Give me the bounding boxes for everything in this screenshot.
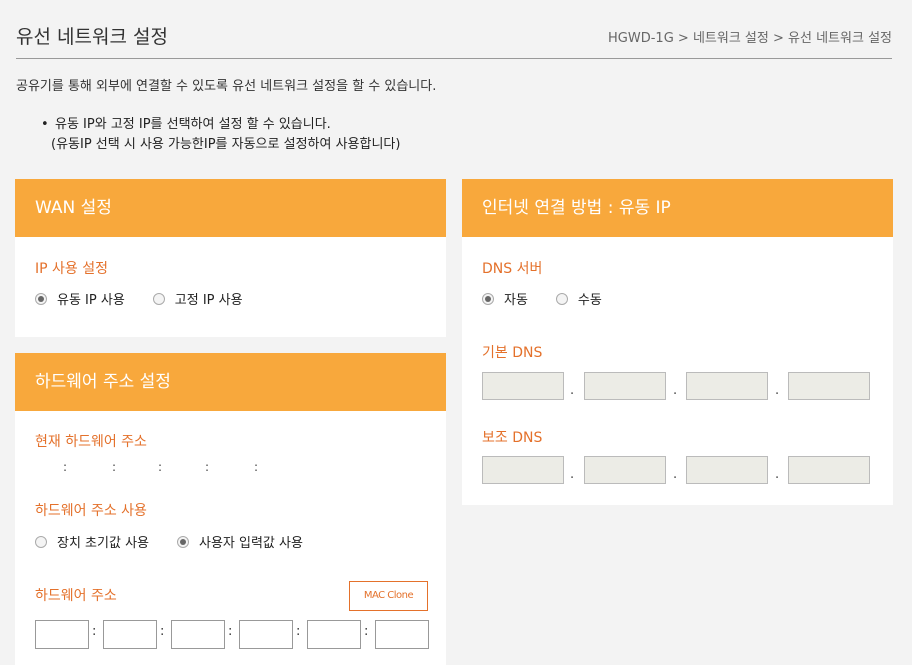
hw-usage-radio-group: 장치 초기값 사용 사용자 입력값 사용 bbox=[35, 532, 331, 551]
dynamic-ip-radio[interactable] bbox=[35, 292, 47, 305]
secondary-dns-octet-input[interactable] bbox=[686, 456, 768, 484]
static-ip-label: 고정 IP 사용 bbox=[174, 293, 243, 308]
device-default-label: 장치 초기값 사용 bbox=[57, 536, 149, 551]
static-ip-radio[interactable] bbox=[152, 292, 165, 305]
current-mac-separator: : bbox=[158, 460, 163, 474]
intro-text: 공유기를 통해 외부에 연결할 수 있도록 유선 네트워크 설정을 할 수 있습… bbox=[16, 79, 437, 94]
dns-dot: . bbox=[570, 467, 575, 482]
device-default-option[interactable]: 장치 초기값 사용 bbox=[35, 532, 149, 551]
current-mac-separator: : bbox=[112, 460, 117, 474]
internet-panel-title: 인터넷 연결 방법 : 유동 IP bbox=[462, 179, 893, 237]
note-line: 유동 IP와 고정 IP를 선택하여 설정 할 수 있습니다. bbox=[55, 117, 331, 132]
dns-auto-radio[interactable] bbox=[482, 292, 494, 305]
bullet-icon: • bbox=[41, 117, 49, 132]
dns-dot: . bbox=[775, 383, 780, 398]
dns-auto-label: 자동 bbox=[504, 293, 528, 308]
mac-octet-input[interactable] bbox=[171, 620, 225, 649]
mac-clone-button[interactable]: MAC Clone bbox=[349, 581, 428, 611]
breadcrumb: HGWD-1G > 네트워크 설정 > 유선 네트워크 설정 bbox=[608, 27, 892, 46]
dns-dot: . bbox=[673, 383, 678, 398]
dns-dot: . bbox=[673, 467, 678, 482]
user-input-option[interactable]: 사용자 입력값 사용 bbox=[177, 532, 303, 551]
mac-octet-input[interactable] bbox=[375, 620, 429, 649]
primary-dns-octet-input[interactable] bbox=[584, 372, 666, 400]
current-mac-separator: : bbox=[63, 460, 68, 474]
hw-address-label: 하드웨어 주소 bbox=[35, 588, 117, 604]
dns-dot: . bbox=[570, 383, 575, 398]
user-input-radio[interactable] bbox=[177, 535, 189, 548]
mac-octet-input[interactable] bbox=[239, 620, 293, 649]
breadcrumb-item: 유선 네트워크 설정 bbox=[788, 31, 892, 46]
dns-radio-group: 자동 수동 bbox=[482, 289, 630, 308]
hw-usage-label: 하드웨어 주소 사용 bbox=[35, 503, 147, 519]
current-hw-label: 현재 하드웨어 주소 bbox=[35, 434, 147, 450]
mac-octet-input[interactable] bbox=[103, 620, 157, 649]
device-default-radio[interactable] bbox=[35, 535, 47, 548]
current-mac-separator: : bbox=[254, 460, 259, 474]
mac-separator: : bbox=[364, 624, 369, 639]
current-mac-separator: : bbox=[205, 460, 210, 474]
mac-separator: : bbox=[92, 624, 97, 639]
dns-manual-label: 수동 bbox=[577, 293, 602, 308]
secondary-dns-label: 보조 DNS bbox=[482, 430, 543, 446]
breadcrumb-item[interactable]: 네트워크 설정 bbox=[693, 27, 769, 46]
breadcrumb-separator: > bbox=[677, 31, 689, 46]
mac-octet-input[interactable] bbox=[307, 620, 361, 649]
mac-separator: : bbox=[228, 624, 233, 639]
breadcrumb-separator: > bbox=[773, 31, 784, 46]
primary-dns-octet-input[interactable] bbox=[788, 372, 870, 400]
dns-manual-radio[interactable] bbox=[555, 292, 568, 305]
secondary-dns-octet-input[interactable] bbox=[482, 456, 564, 484]
primary-dns-octet-input[interactable] bbox=[482, 372, 564, 400]
page-title: 유선 네트워크 설정 bbox=[16, 26, 168, 48]
dns-server-label: DNS 서버 bbox=[482, 261, 543, 277]
primary-dns-label: 기본 DNS bbox=[482, 345, 543, 361]
mac-octet-input[interactable] bbox=[35, 620, 89, 649]
title-divider bbox=[16, 58, 892, 59]
secondary-dns-octet-input[interactable] bbox=[788, 456, 870, 484]
user-input-label: 사용자 입력값 사용 bbox=[199, 536, 303, 551]
dns-manual-option[interactable]: 수동 bbox=[555, 289, 602, 308]
dns-auto-option[interactable]: 자동 bbox=[482, 289, 528, 308]
wan-panel-title: WAN 설정 bbox=[15, 179, 446, 237]
ip-usage-label: IP 사용 설정 bbox=[35, 261, 108, 277]
notes: • 유동 IP와 고정 IP를 선택하여 설정 할 수 있습니다. (유동IP … bbox=[41, 115, 401, 155]
primary-dns-octet-input[interactable] bbox=[686, 372, 768, 400]
static-ip-option[interactable]: 고정 IP 사용 bbox=[152, 289, 243, 308]
note-line: (유동IP 선택 시 사용 가능한IP를 자동으로 설정하여 사용합니다) bbox=[51, 137, 401, 152]
dynamic-ip-label: 유동 IP 사용 bbox=[57, 293, 125, 308]
secondary-dns-octet-input[interactable] bbox=[584, 456, 666, 484]
ip-usage-radio-group: 유동 IP 사용 고정 IP 사용 bbox=[35, 289, 271, 308]
mac-separator: : bbox=[296, 624, 301, 639]
dns-dot: . bbox=[775, 467, 780, 482]
hw-panel-title: 하드웨어 주소 설정 bbox=[15, 353, 446, 411]
mac-separator: : bbox=[160, 624, 165, 639]
dynamic-ip-option[interactable]: 유동 IP 사용 bbox=[35, 289, 125, 308]
breadcrumb-item[interactable]: HGWD-1G bbox=[608, 31, 674, 46]
